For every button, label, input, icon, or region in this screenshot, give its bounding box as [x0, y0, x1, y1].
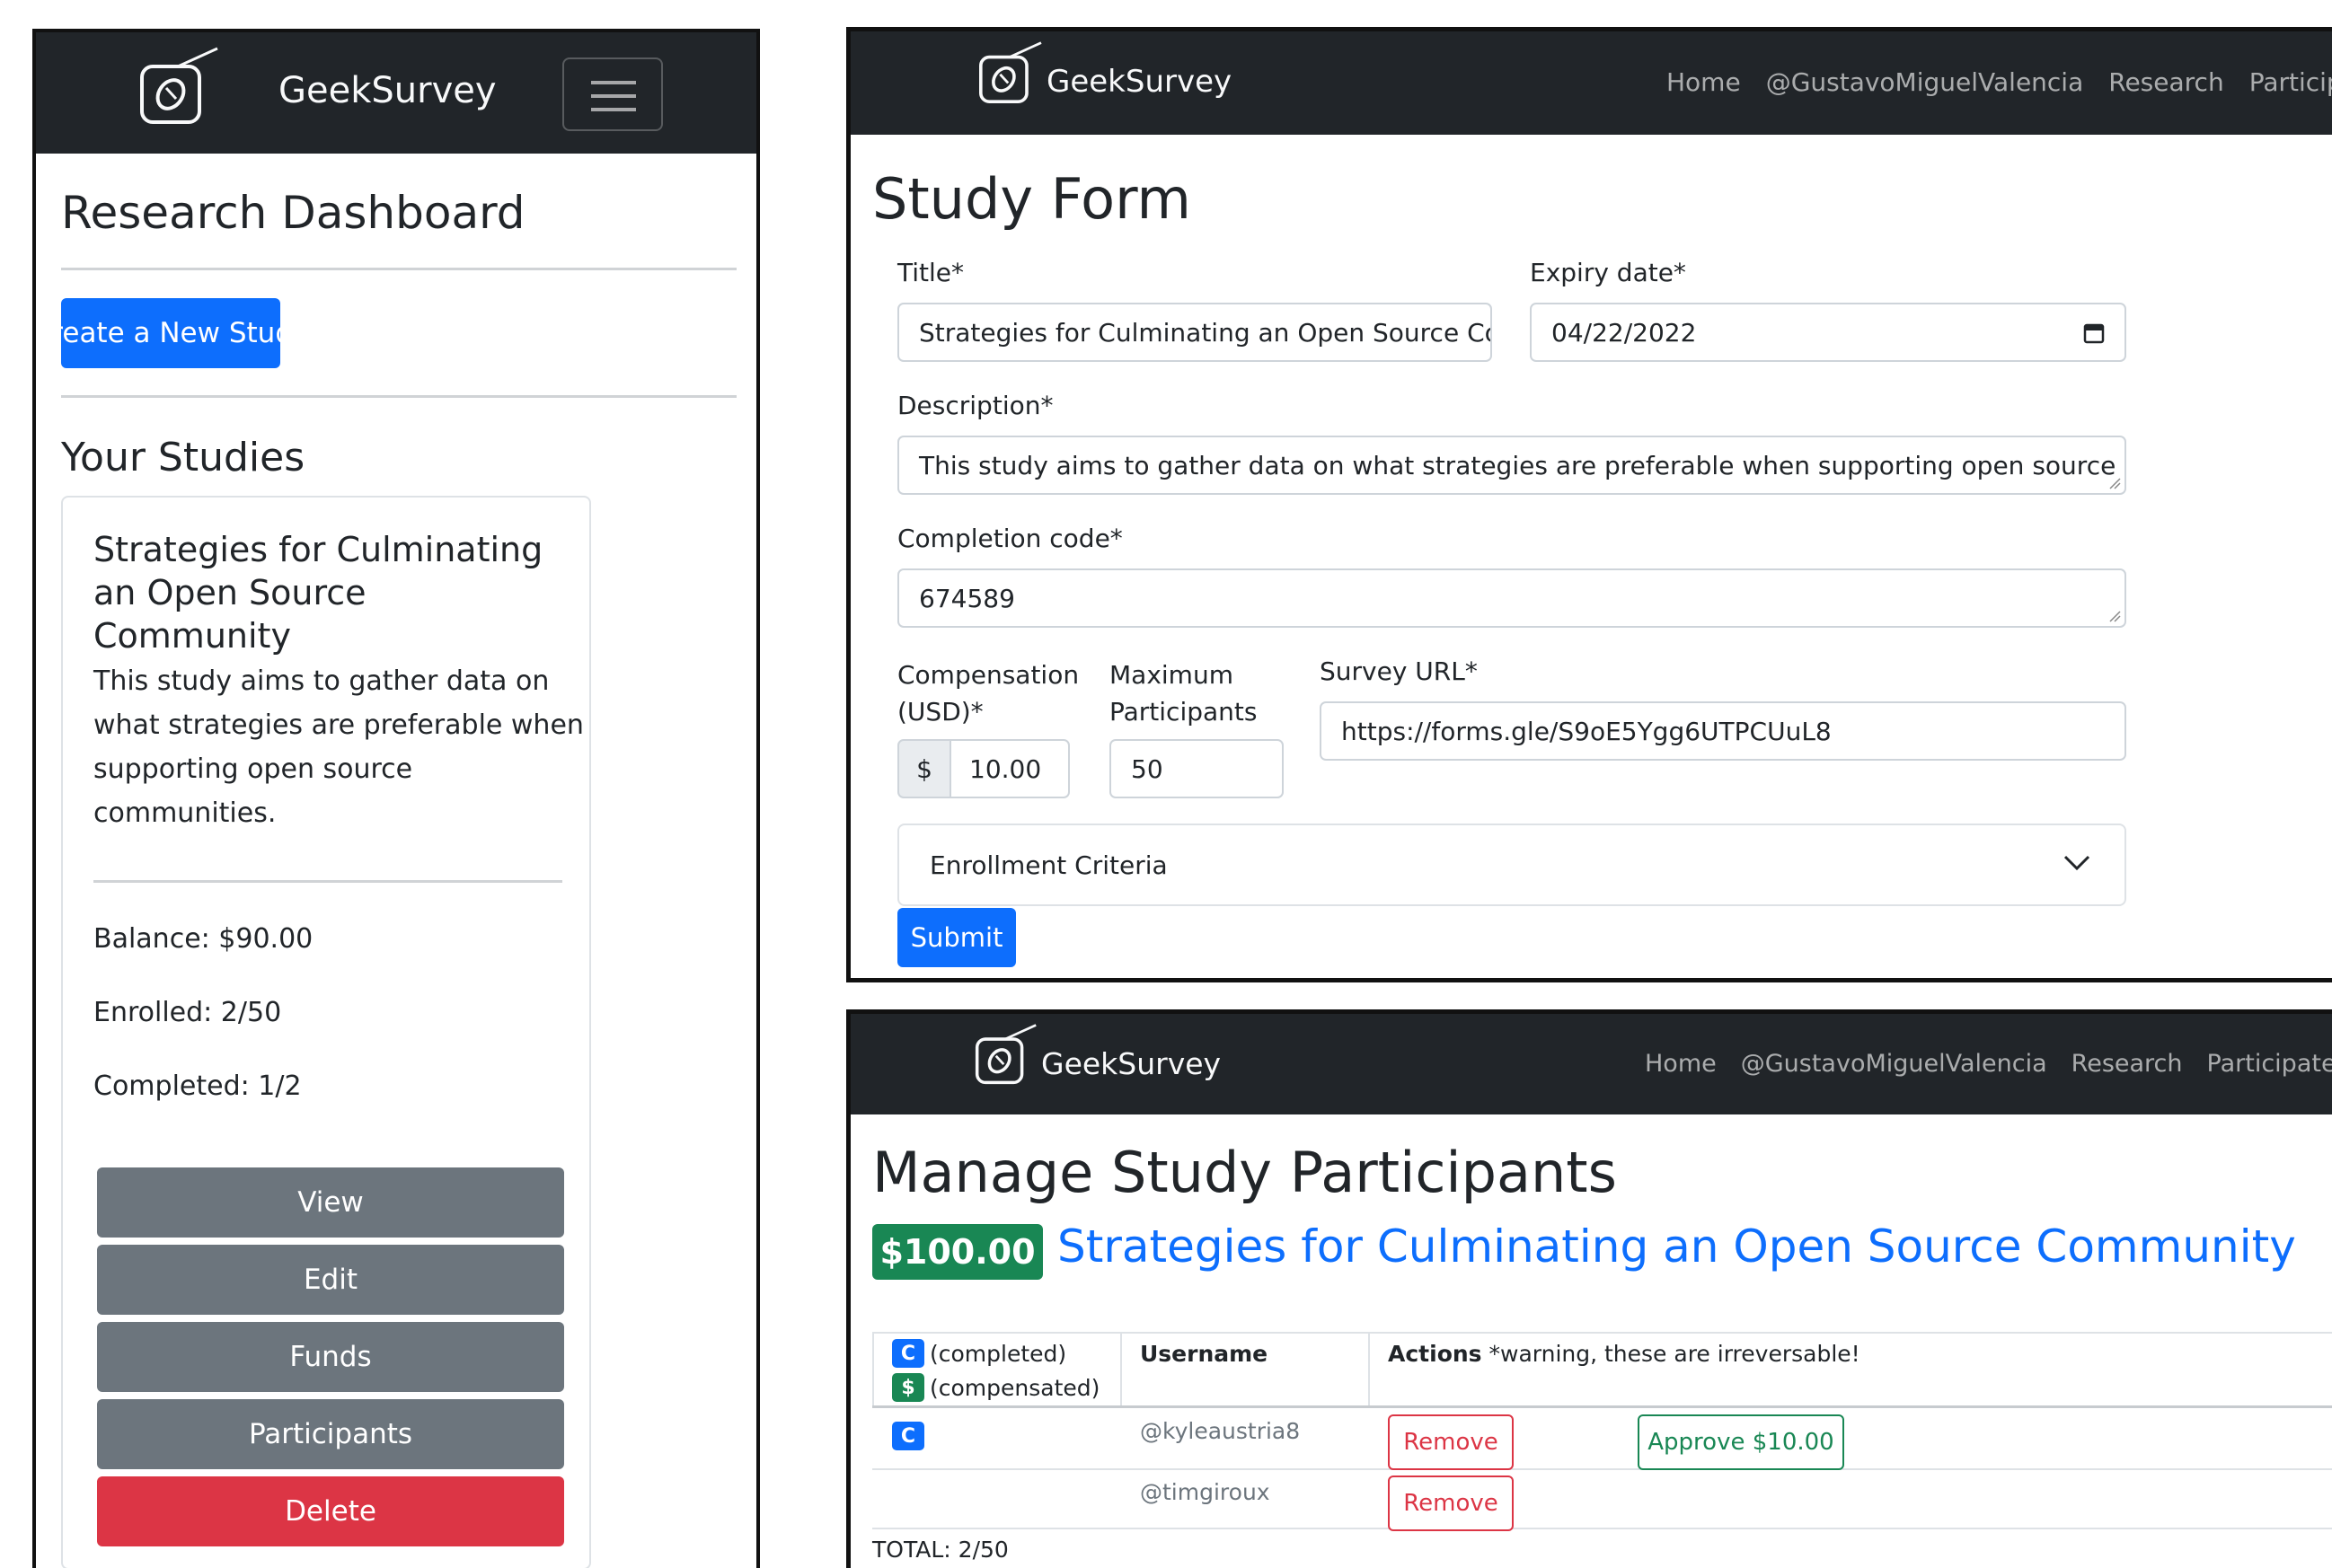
remove-button[interactable]: Remove: [1388, 1476, 1514, 1531]
expiry-label: Expiry date*: [1530, 258, 1686, 287]
table-column-divider: [1368, 1332, 1370, 1405]
nav-home-link[interactable]: Home: [1666, 67, 1741, 97]
view-button[interactable]: View: [97, 1167, 564, 1238]
completed-badge: C: [892, 1339, 924, 1368]
resize-grip-icon[interactable]: [2108, 610, 2121, 622]
delete-button[interactable]: Delete: [97, 1476, 564, 1546]
nav-participate-link[interactable]: Participate: [2249, 67, 2332, 97]
manage-nav-links: Home @GustavoMiguelValencia Research Par…: [1645, 1050, 2332, 1078]
calendar-icon[interactable]: [2083, 322, 2105, 344]
divider: [61, 268, 737, 270]
table-header-divider: [872, 1405, 2332, 1408]
funds-button[interactable]: Funds: [97, 1322, 564, 1392]
participants-table: C (completed) $ (compensated) Username A…: [872, 1332, 2332, 1568]
manage-navbar: GeekSurvey Home @GustavoMiguelValencia R…: [851, 1014, 2332, 1114]
create-study-button[interactable]: Create a New Study: [36, 298, 309, 368]
brand-name[interactable]: GeekSurvey: [1041, 1046, 1221, 1081]
description-label: Description*: [897, 391, 1054, 420]
brand-name[interactable]: GeekSurvey: [278, 70, 497, 111]
expiry-date-value: 04/22/2022: [1551, 317, 1697, 348]
compensated-badge: $: [892, 1373, 924, 1402]
dashboard-panel: GeekSurvey Research Dashboard Create a N…: [32, 29, 760, 1568]
divider: [61, 395, 737, 398]
survey-url-input[interactable]: https://forms.gle/S9oE5Ygg6UTPCUuL8: [1320, 701, 2126, 761]
participants-button[interactable]: Participants: [97, 1399, 564, 1469]
completed-text: Completed: 1/2: [93, 1070, 302, 1102]
nav-participate-link[interactable]: Participate: [2207, 1050, 2332, 1078]
form-navbar: GeekSurvey Home @GustavoMiguelValencia R…: [851, 31, 2332, 135]
page-title: Research Dashboard: [61, 187, 526, 239]
legend-compensated: $ (compensated): [892, 1373, 1100, 1402]
your-studies-heading: Your Studies: [61, 435, 305, 480]
expiry-date-input[interactable]: 04/22/2022: [1530, 303, 2126, 362]
manage-title: Manage Study Participants: [872, 1140, 1617, 1205]
survey-url-label: Survey URL*: [1320, 656, 1478, 686]
table-top-border: [872, 1332, 2332, 1334]
table-column-divider: [1120, 1332, 1122, 1405]
geeksurvey-logo-icon[interactable]: [137, 47, 226, 128]
nav-research-link[interactable]: Research: [2108, 67, 2223, 97]
hamburger-icon: [591, 81, 636, 111]
study-card: Strategies for Culminating an Open Sourc…: [61, 496, 591, 1568]
compensation-input-group: $ 10.00: [897, 739, 1070, 798]
dollar-prefix: $: [897, 739, 951, 798]
table-bottom-border: [872, 1528, 2332, 1529]
nav-home-link[interactable]: Home: [1645, 1050, 1717, 1078]
form-nav-links: Home @GustavoMiguelValencia Research Par…: [1666, 67, 2332, 97]
enrollment-criteria-accordion[interactable]: Enrollment Criteria: [897, 824, 2126, 906]
study-card-title: Strategies for Culminating an Open Sourc…: [93, 530, 543, 656]
approve-button[interactable]: Approve $10.00: [1638, 1414, 1844, 1470]
max-participants-input[interactable]: 50: [1109, 739, 1284, 798]
brand-name[interactable]: GeekSurvey: [1047, 64, 1232, 100]
max-participants-label: Maximum Participants: [1109, 660, 1258, 727]
nav-user-link[interactable]: @GustavoMiguelValencia: [1741, 1050, 2047, 1078]
chevron-down-icon: [2063, 855, 2090, 871]
submit-button[interactable]: Submit: [897, 908, 1016, 967]
remove-button[interactable]: Remove: [1388, 1414, 1514, 1470]
balance-badge: $100.00: [872, 1224, 1043, 1280]
table-left-border: [872, 1332, 874, 1405]
geeksurvey-logo-icon[interactable]: [973, 1023, 1043, 1088]
manage-participants-panel: GeekSurvey Home @GustavoMiguelValencia R…: [846, 1009, 2332, 1568]
description-textarea[interactable]: This study aims to gather data on what s…: [897, 436, 2126, 495]
geeksurvey-logo-icon[interactable]: [976, 40, 1048, 107]
card-divider: [93, 880, 562, 883]
study-title-link[interactable]: Strategies for Culminating an Open Sourc…: [1057, 1220, 2296, 1273]
edit-button[interactable]: Edit: [97, 1245, 564, 1315]
enrollment-criteria-label: Enrollment Criteria: [930, 850, 1168, 880]
hamburger-button[interactable]: [562, 57, 663, 131]
title-label: Title*: [897, 258, 965, 287]
participant-username: @timgiroux: [1140, 1479, 1270, 1505]
resize-grip-icon[interactable]: [2108, 477, 2121, 489]
username-column-header: Username: [1140, 1341, 1268, 1367]
balance-text: Balance: $90.00: [93, 923, 314, 955]
form-title: Study Form: [872, 166, 1191, 232]
completion-code-textarea[interactable]: 674589: [897, 568, 2126, 628]
completion-code-label: Completion code*: [897, 524, 1123, 553]
table-row-divider: [872, 1468, 2332, 1470]
legend-completed: C (completed): [892, 1339, 1066, 1368]
enrolled-text: Enrolled: 2/50: [93, 997, 282, 1028]
nav-research-link[interactable]: Research: [2071, 1050, 2183, 1078]
nav-user-link[interactable]: @GustavoMiguelValencia: [1766, 67, 2084, 97]
study-card-description: This study aims to gather data on what s…: [93, 665, 584, 829]
actions-column-header: Actions *warning, these are irreversable…: [1388, 1341, 1860, 1367]
title-input[interactable]: Strategies for Culminating an Open Sourc…: [897, 303, 1492, 362]
total-text: TOTAL: 2/50: [872, 1537, 1009, 1563]
dashboard-navbar: GeekSurvey: [36, 32, 756, 154]
participant-username: @kyleaustria8: [1140, 1418, 1301, 1444]
compensation-label: Compensation (USD)*: [897, 660, 1080, 727]
study-form-panel: GeekSurvey Home @GustavoMiguelValencia R…: [846, 27, 2332, 982]
compensation-input[interactable]: 10.00: [950, 739, 1070, 798]
completed-badge: C: [892, 1422, 924, 1450]
